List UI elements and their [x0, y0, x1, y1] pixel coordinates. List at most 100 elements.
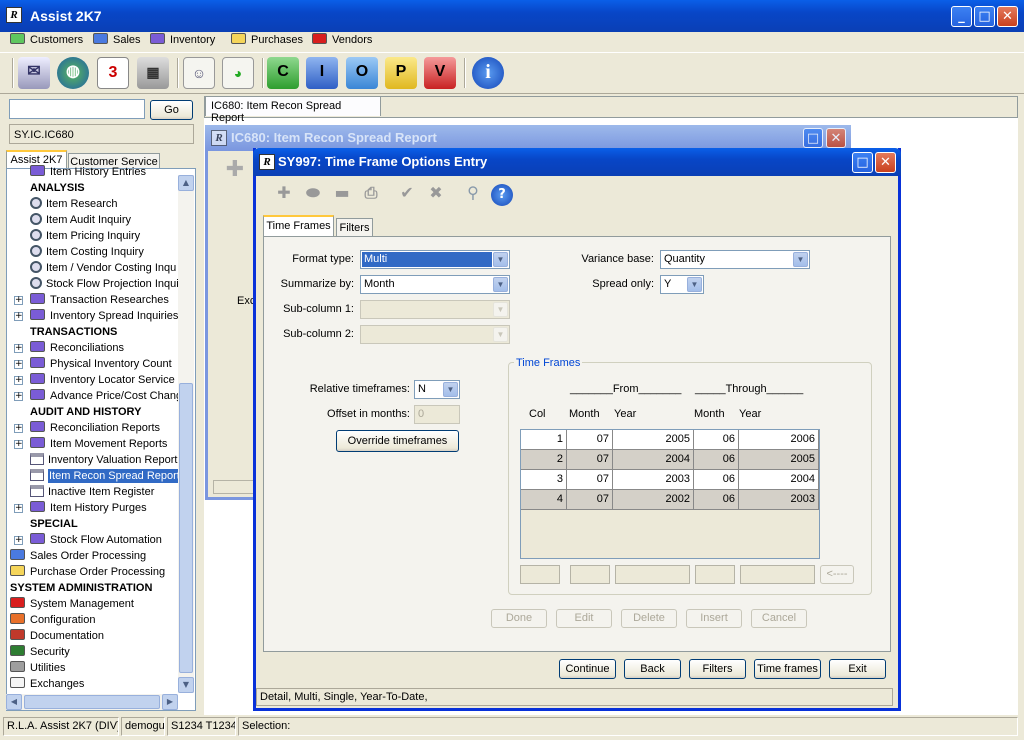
arrow-back-button[interactable]: <----: [820, 565, 854, 584]
sy997-title-bar[interactable]: R SY997: Time Frame Options Entry □ ✕: [253, 148, 901, 176]
menu-vendors[interactable]: Vendors: [312, 33, 372, 49]
continue-button[interactable]: Continue: [559, 659, 616, 679]
sy997-maximize-button[interactable]: □: [852, 152, 873, 173]
chevron-down-icon[interactable]: ▼: [493, 252, 508, 267]
ic680-maximize-button[interactable]: □: [803, 128, 823, 148]
grid-cell-to-month[interactable]: 06: [694, 490, 739, 510]
tab-filters[interactable]: Filters: [336, 218, 373, 238]
back-button[interactable]: Back: [624, 659, 681, 679]
grid-cell-col[interactable]: 1: [521, 430, 567, 450]
tree-item[interactable]: Transaction Researches: [30, 292, 178, 308]
edit-from-month-field[interactable]: [570, 565, 610, 584]
offset-months-input[interactable]: 0: [414, 405, 460, 424]
scroll-up-button[interactable]: ▲: [178, 175, 194, 191]
edit-col-field[interactable]: [520, 565, 560, 584]
tree-item[interactable]: Utilities: [10, 660, 178, 676]
menu-inventory[interactable]: Inventory: [150, 33, 215, 49]
tree-item[interactable]: Item History Entries: [30, 164, 178, 180]
help-icon[interactable]: ?: [491, 184, 513, 206]
format-type-select[interactable]: Multi ▼: [360, 250, 510, 269]
grid-cell-from-year[interactable]: 2002: [613, 490, 694, 510]
grid-cell-from-year[interactable]: 2003: [613, 470, 694, 490]
orders-module-icon[interactable]: O: [346, 57, 378, 89]
scroll-right-button[interactable]: ▶: [162, 694, 178, 710]
tree-item[interactable]: Configuration: [10, 612, 178, 628]
grid-cell-from-month[interactable]: 07: [567, 430, 613, 450]
grid-cell-col[interactable]: 4: [521, 490, 567, 510]
expand-toggle[interactable]: +: [14, 376, 23, 385]
chevron-down-icon[interactable]: ▼: [793, 252, 808, 267]
maximize-button[interactable]: □: [974, 6, 995, 27]
tree-item[interactable]: Item Costing Inquiry: [30, 244, 178, 260]
tree-item[interactable]: Item Research: [30, 196, 178, 212]
tab-time-frames[interactable]: Time Frames: [263, 215, 334, 237]
subcolumn1-select[interactable]: ▼: [360, 300, 510, 319]
hscroll-thumb[interactable]: [24, 695, 160, 709]
expand-toggle[interactable]: +: [14, 504, 23, 513]
subcolumn2-select[interactable]: ▼: [360, 325, 510, 344]
edit-from-year-field[interactable]: [615, 565, 690, 584]
scroll-thumb[interactable]: [179, 383, 193, 673]
sy997-close-button[interactable]: ✕: [875, 152, 896, 173]
grid-cell-from-year[interactable]: 2005: [613, 430, 694, 450]
tree-item[interactable]: Item Audit Inquiry: [30, 212, 178, 228]
expand-toggle[interactable]: +: [14, 360, 23, 369]
tree-horizontal-scrollbar[interactable]: ◀ ▶: [6, 694, 178, 710]
expand-toggle[interactable]: +: [14, 536, 23, 545]
tab-ic680[interactable]: IC680: Item Recon Spread Report: [205, 96, 381, 124]
spread-only-select[interactable]: Y ▼: [660, 275, 704, 294]
mail-icon[interactable]: ✉: [18, 57, 50, 89]
scroll-left-button[interactable]: ◀: [6, 694, 22, 710]
relative-timeframes-select[interactable]: N ▼: [414, 380, 460, 399]
go-button[interactable]: Go: [150, 100, 193, 120]
tree-item[interactable]: Exchanges: [10, 676, 178, 692]
override-timeframes-button[interactable]: Override timeframes: [336, 430, 459, 452]
grid-cell-from-month[interactable]: 07: [567, 450, 613, 470]
tree-item[interactable]: Item Movement Reports: [30, 436, 178, 452]
customers-module-icon[interactable]: C: [267, 57, 299, 89]
filters-button[interactable]: Filters: [689, 659, 746, 679]
menu-purchases[interactable]: Purchases: [231, 33, 303, 49]
time-frames-button[interactable]: Time frames: [754, 659, 821, 679]
tree-item[interactable]: Purchase Order Processing: [10, 564, 178, 580]
expand-toggle[interactable]: +: [14, 296, 23, 305]
delete-button[interactable]: Delete: [621, 609, 677, 628]
tree-item[interactable]: Stock Flow Automation: [30, 532, 178, 548]
tree-item[interactable]: Inactive Item Register: [30, 484, 178, 500]
edit-through-month-field[interactable]: [695, 565, 735, 584]
tree-item[interactable]: Security: [10, 644, 178, 660]
chevron-down-icon[interactable]: ▼: [493, 277, 508, 292]
purchases-module-icon[interactable]: P: [385, 57, 417, 89]
done-button[interactable]: Done: [491, 609, 547, 628]
user-card-icon[interactable]: ☺: [183, 57, 215, 89]
grid-cell-to-year[interactable]: 2006: [739, 430, 819, 450]
tree-item[interactable]: Item History Purges: [30, 500, 178, 516]
grid-cell-to-year[interactable]: 2003: [739, 490, 819, 510]
insert-button[interactable]: Insert: [686, 609, 742, 628]
grid-cell-to-year[interactable]: 2005: [739, 450, 819, 470]
info-icon[interactable]: i: [472, 57, 504, 89]
inventory-module-icon[interactable]: I: [306, 57, 338, 89]
summarize-select[interactable]: Month ▼: [360, 275, 510, 294]
grid-cell-col[interactable]: 3: [521, 470, 567, 490]
grid-cell-to-month[interactable]: 06: [694, 430, 739, 450]
ic680-close-button[interactable]: ✕: [826, 128, 846, 148]
tree-item[interactable]: Sales Order Processing: [10, 548, 178, 564]
menu-customers[interactable]: Customers: [10, 33, 83, 49]
expand-toggle[interactable]: +: [14, 312, 23, 321]
minimize-button[interactable]: _: [951, 6, 972, 27]
tree-item[interactable]: System Management: [10, 596, 178, 612]
calendar-icon[interactable]: 3: [97, 57, 129, 89]
tree-item[interactable]: Inventory Valuation Report: [30, 452, 178, 468]
scroll-down-button[interactable]: ▼: [178, 677, 194, 693]
edit-button[interactable]: Edit: [556, 609, 612, 628]
expand-toggle[interactable]: +: [14, 424, 23, 433]
vendors-module-icon[interactable]: V: [424, 57, 456, 89]
tree-item[interactable]: Physical Inventory Count: [30, 356, 178, 372]
grid-cell-from-month[interactable]: 07: [567, 490, 613, 510]
chart-report-icon[interactable]: ◕: [222, 57, 254, 89]
tree-item[interactable]: Item / Vendor Costing Inqu: [30, 260, 178, 276]
tree-vertical-scrollbar[interactable]: ▲ ▼: [178, 175, 194, 693]
tree-item[interactable]: Inventory Locator Service: [30, 372, 178, 388]
tree-item[interactable]: Stock Flow Projection Inqui: [30, 276, 178, 292]
